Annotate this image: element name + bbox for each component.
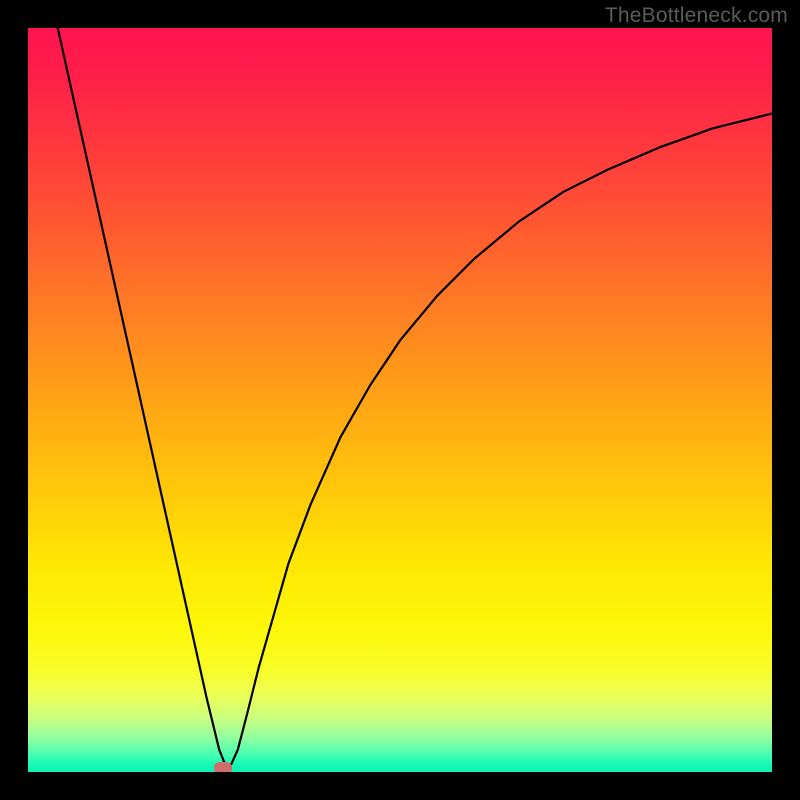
chart-stage: TheBottleneck.com (0, 0, 800, 800)
optimal-point-marker (214, 762, 232, 772)
bottleneck-curve (58, 28, 772, 765)
curve-layer (28, 28, 772, 772)
plot-area (28, 28, 772, 772)
watermark-text: TheBottleneck.com (605, 4, 788, 28)
